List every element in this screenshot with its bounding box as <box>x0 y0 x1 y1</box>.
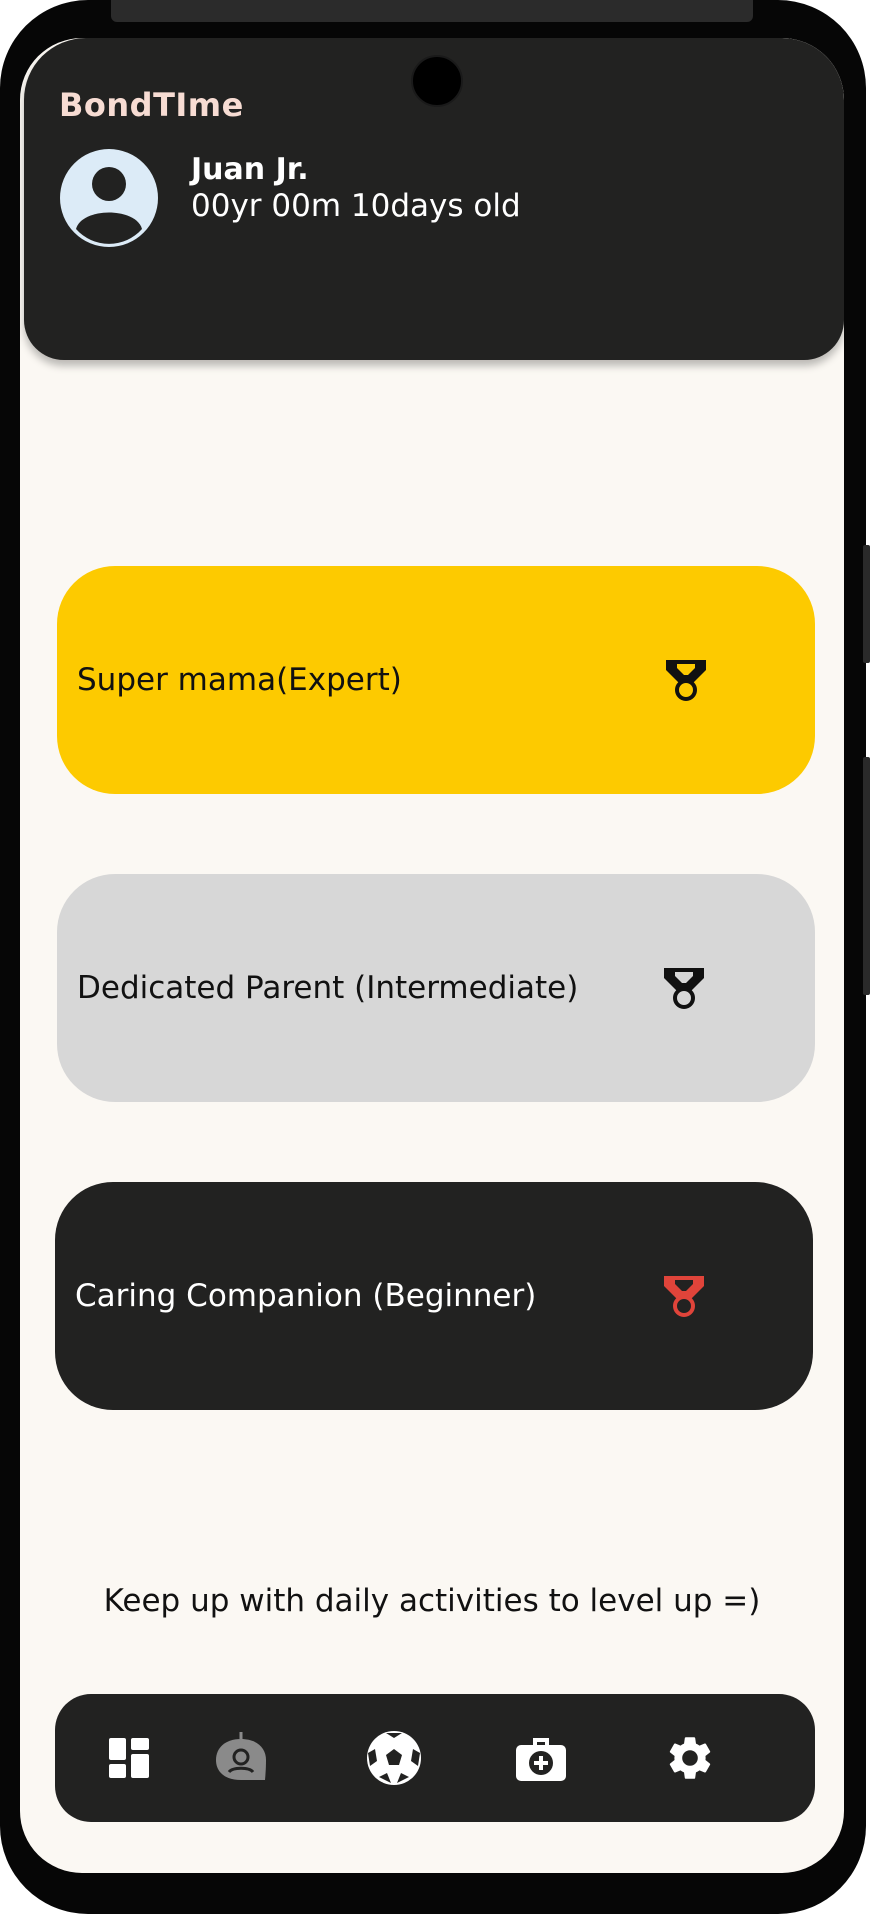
nav-dashboard[interactable] <box>95 1724 163 1792</box>
child-name: Juan Jr. <box>191 152 309 187</box>
level-label: Caring Companion (Beginner) <box>75 1278 537 1314</box>
level-up-hint: Keep up with daily activities to level u… <box>103 1583 761 1619</box>
nav-settings[interactable] <box>656 1724 724 1792</box>
child-age: 00yr 00m 10days old <box>191 188 521 224</box>
settings-gear-icon <box>669 1737 711 1779</box>
level-label: Dedicated Parent (Intermediate) <box>77 970 579 1006</box>
app-screen: BondTIme Juan Jr. 00yr 00m 10days old Su… <box>20 38 844 1873</box>
medal-icon <box>664 1276 704 1317</box>
soccer-ball-icon <box>367 1731 421 1785</box>
app-title: BondTIme <box>59 86 244 124</box>
level-card-intermediate[interactable]: Dedicated Parent (Intermediate) <box>57 874 815 1102</box>
volume-button <box>863 545 870 663</box>
level-card-expert[interactable]: Super mama(Expert) <box>57 566 815 794</box>
nav-chatbot[interactable] <box>207 1724 275 1792</box>
level-card-beginner[interactable]: Caring Companion (Beginner) <box>55 1182 813 1410</box>
bottom-navigation <box>55 1694 815 1822</box>
front-camera <box>411 55 463 107</box>
phone-frame: BondTIme Juan Jr. 00yr 00m 10days old Su… <box>0 0 870 1914</box>
nav-health[interactable] <box>507 1724 575 1792</box>
phone-top-bezel <box>111 0 753 22</box>
level-label: Super mama(Expert) <box>77 662 402 698</box>
account-circle-icon <box>76 167 142 244</box>
nav-activities[interactable] <box>360 1724 428 1792</box>
power-button <box>863 757 870 995</box>
chat-bot-icon <box>216 1732 266 1780</box>
child-avatar[interactable] <box>60 149 158 247</box>
medical-kit-icon <box>516 1738 566 1781</box>
medal-icon <box>666 660 706 701</box>
medal-icon <box>664 968 704 1009</box>
dashboard-icon <box>109 1738 149 1778</box>
